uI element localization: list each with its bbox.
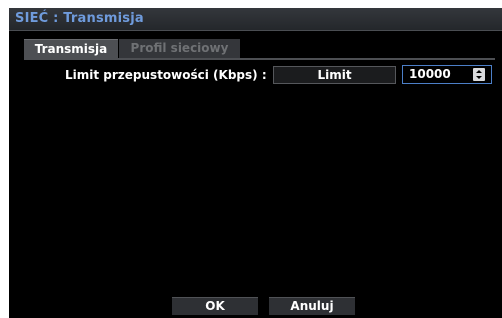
tab-bar: Transmisja Profil sieciowy [24, 39, 240, 58]
bandwidth-value-stepper[interactable]: 10000 [402, 65, 492, 84]
bandwidth-limit-label: Limit przepustowości (Kbps) : [65, 68, 267, 82]
bandwidth-value[interactable]: 10000 [409, 67, 451, 81]
tab-underline [24, 58, 495, 60]
network-transmission-dialog: SIEĆ : Transmisja Transmisja Profil siec… [9, 8, 502, 318]
ok-button[interactable]: OK [172, 297, 258, 315]
limit-mode-button[interactable]: Limit [273, 66, 396, 84]
tab-transmisja[interactable]: Transmisja [24, 39, 118, 58]
tab-profil-sieciowy[interactable]: Profil sieciowy [119, 39, 240, 58]
window-title: SIEĆ : Transmisja [15, 11, 144, 26]
title-bar: SIEĆ : Transmisja [9, 8, 502, 31]
cancel-button[interactable]: Anuluj [269, 297, 355, 315]
up-down-arrows-icon[interactable] [473, 68, 485, 81]
